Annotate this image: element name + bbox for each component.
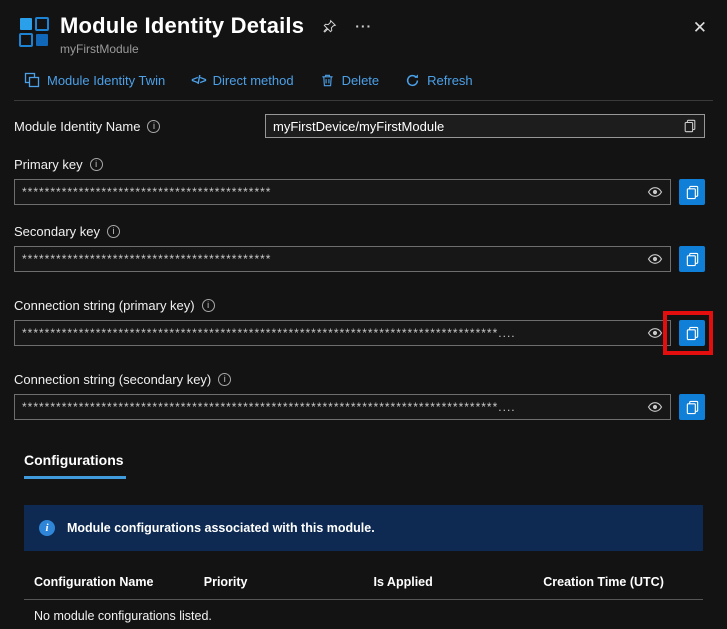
- more-options-icon[interactable]: ···: [355, 18, 372, 34]
- close-icon[interactable]: ✕: [693, 19, 707, 36]
- twin-icon: [24, 72, 40, 88]
- copy-button[interactable]: [679, 394, 705, 420]
- primary-key-input[interactable]: ****************************************…: [14, 179, 671, 205]
- page-title: Module Identity Details: [60, 13, 304, 39]
- panel-header: Module Identity Details ··· myFirstModul…: [0, 0, 727, 56]
- module-identity-name-value: myFirstDevice/myFirstModule: [273, 119, 677, 134]
- table-header-row: Configuration Name Priority Is Applied C…: [24, 575, 703, 600]
- copy-button[interactable]: [679, 179, 705, 205]
- toolbar-label: Delete: [342, 73, 380, 88]
- info-icon[interactable]: i: [202, 299, 215, 312]
- info-icon[interactable]: i: [90, 158, 103, 171]
- copy-button[interactable]: [679, 246, 705, 272]
- info-banner-text: Module configurations associated with th…: [67, 521, 375, 535]
- connection-string-primary-input[interactable]: ****************************************…: [14, 320, 671, 346]
- empty-table-message: No module configurations listed.: [24, 600, 703, 629]
- column-header[interactable]: Configuration Name: [24, 575, 194, 589]
- column-header[interactable]: Priority: [194, 575, 364, 589]
- tab-configurations[interactable]: Configurations: [24, 452, 126, 479]
- delete-button[interactable]: Delete: [320, 73, 380, 88]
- code-icon: </>: [191, 73, 205, 87]
- field-label: Primary key: [14, 157, 83, 172]
- copy-icon[interactable]: [683, 119, 697, 133]
- field-connection-string-secondary: Connection string (secondary key) i ****…: [14, 372, 705, 420]
- refresh-button[interactable]: Refresh: [405, 73, 473, 88]
- field-secondary-key: Secondary key i ************************…: [14, 224, 705, 272]
- field-connection-string-primary: Connection string (primary key) i ******…: [14, 298, 705, 346]
- module-subtitle: myFirstModule: [60, 42, 372, 56]
- info-banner: i Module configurations associated with …: [24, 505, 703, 551]
- reveal-eye-icon[interactable]: [647, 251, 663, 267]
- toolbar-label: Module Identity Twin: [47, 73, 165, 88]
- reveal-eye-icon[interactable]: [647, 325, 663, 341]
- field-label: Connection string (secondary key): [14, 372, 211, 387]
- module-identity-twin-button[interactable]: Module Identity Twin: [24, 72, 165, 88]
- masked-value: ****************************************…: [22, 400, 639, 414]
- column-header[interactable]: Creation Time (UTC): [533, 575, 703, 589]
- column-header[interactable]: Is Applied: [364, 575, 534, 589]
- toolbar: Module Identity Twin </> Direct method D…: [14, 62, 713, 101]
- module-identity-name-input[interactable]: myFirstDevice/myFirstModule: [265, 114, 705, 138]
- secondary-key-input[interactable]: ****************************************…: [14, 246, 671, 272]
- masked-value: ****************************************…: [22, 326, 639, 340]
- configurations-section: Configurations i Module configurations a…: [0, 452, 727, 629]
- toolbar-label: Direct method: [213, 73, 294, 88]
- field-label: Module Identity Name: [14, 119, 140, 134]
- reveal-eye-icon[interactable]: [647, 184, 663, 200]
- reveal-eye-icon[interactable]: [647, 399, 663, 415]
- field-label: Secondary key: [14, 224, 100, 239]
- toolbar-label: Refresh: [427, 73, 473, 88]
- copy-button-highlighted[interactable]: [679, 320, 705, 346]
- info-banner-icon: i: [39, 520, 55, 536]
- info-icon[interactable]: i: [107, 225, 120, 238]
- module-identity-details-panel: Module Identity Details ··· myFirstModul…: [0, 0, 727, 629]
- direct-method-button[interactable]: </> Direct method: [191, 73, 293, 88]
- title-block: Module Identity Details ··· myFirstModul…: [60, 13, 372, 56]
- field-module-identity-name: Module Identity Name i myFirstDevice/myF…: [14, 114, 705, 138]
- field-primary-key: Primary key i **************************…: [14, 157, 705, 205]
- form-content: Module Identity Name i myFirstDevice/myF…: [0, 114, 727, 420]
- pin-icon[interactable]: [322, 19, 337, 34]
- info-icon[interactable]: i: [147, 120, 160, 133]
- refresh-icon: [405, 73, 420, 88]
- masked-value: ****************************************…: [22, 252, 639, 266]
- masked-value: ****************************************…: [22, 185, 639, 199]
- connection-string-secondary-input[interactable]: ****************************************…: [14, 394, 671, 420]
- field-label: Connection string (primary key): [14, 298, 195, 313]
- configurations-table: Configuration Name Priority Is Applied C…: [24, 575, 703, 629]
- info-icon[interactable]: i: [218, 373, 231, 386]
- module-icon: [18, 16, 50, 48]
- trash-icon: [320, 73, 335, 88]
